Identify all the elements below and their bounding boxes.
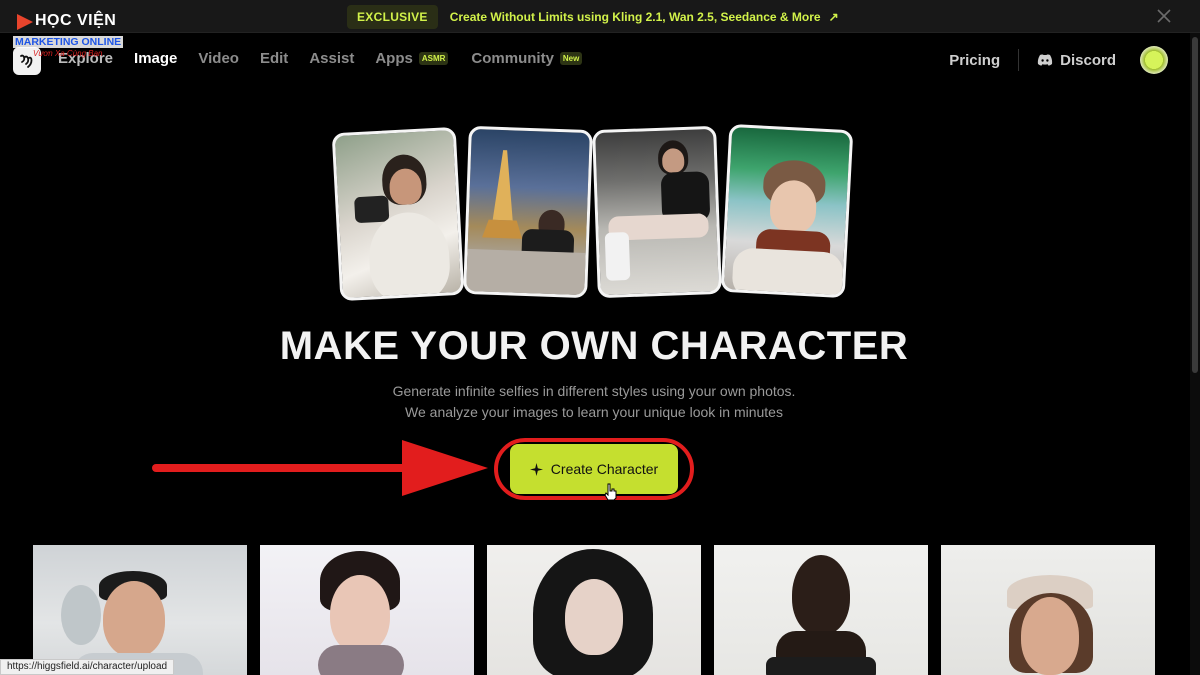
photo-card-camera [331,126,465,302]
gallery-item[interactable] [33,545,247,675]
watermark-subtitle: MARKETING ONLINE [13,36,124,48]
create-character-label: Create Character [550,461,659,477]
nav-item-community[interactable]: Community New [471,50,583,67]
play-icon [17,14,33,30]
new-tag: New [559,52,583,65]
gallery-item[interactable] [487,545,701,675]
watermark-title: HỌC VIỆN [35,12,117,29]
photo-card-aurora [720,123,854,299]
nav-item-apps[interactable]: Apps ASMR [375,50,449,67]
watermark-tagline: Vươn Xa Cùng Bạn [33,49,103,58]
watermark-logo: HỌC VIỆN MARKETING ONLINE Vươn Xa Cùng B… [13,12,133,60]
promo-banner-content: EXCLUSIVE Create Without Limits using Kl… [347,4,839,29]
page-scrollbar[interactable] [1190,33,1200,675]
pricing-link[interactable]: Pricing [949,52,1000,69]
character-gallery [33,545,1157,675]
nav-right: Pricing Discord [949,46,1168,74]
gallery-item[interactable] [941,545,1155,675]
promo-banner: EXCLUSIVE Create Without Limits using Kl… [0,0,1200,33]
photo-card-eiffel [463,125,593,299]
example-photo-cards [331,123,858,304]
discord-icon [1038,54,1053,66]
external-arrow-icon: ↗ [828,9,839,24]
create-character-button[interactable]: Create Character [510,444,678,494]
subtitle-line-2: We analyze your images to learn your uni… [405,404,783,420]
top-nav: Explore Image Video Edit Assist Apps ASM… [0,34,1200,86]
discord-label: Discord [1060,51,1116,69]
promo-link[interactable]: Create Without Limits using Kling 2.1, W… [450,10,839,24]
nav-divider [1018,49,1020,71]
nav-item-apps-label: Apps [375,50,413,67]
nav-item-community-label: Community [471,50,554,67]
subtitle-line-1: Generate infinite selfies in different s… [392,383,796,399]
hand-cursor-icon [604,483,617,501]
asmr-tag: ASMR [418,52,449,65]
link-status-bar: https://higgsfield.ai/character/upload [0,659,175,675]
photo-card-sitting [592,125,722,299]
sparkle-icon [529,462,543,476]
nav-item-image[interactable]: Image [134,50,177,67]
scrollbar-thumb[interactable] [1192,37,1198,373]
nav-item-video[interactable]: Video [198,50,239,67]
page-subtitle: Generate infinite selfies in different s… [0,381,1188,423]
promo-link-text: Create Without Limits using Kling 2.1, W… [449,9,821,24]
discord-link[interactable]: Discord [1037,52,1116,69]
annotation-arrow-icon [152,440,488,496]
gallery-item[interactable] [260,545,474,675]
nav-item-edit[interactable]: Edit [260,50,288,67]
gallery-item[interactable] [714,545,928,675]
user-avatar[interactable] [1140,46,1168,74]
nav-menu: Explore Image Video Edit Assist Apps ASM… [58,50,583,67]
nav-item-assist[interactable]: Assist [309,50,354,67]
exclusive-badge: EXCLUSIVE [347,4,438,29]
page-title: MAKE YOUR OWN CHARACTER [279,324,909,368]
close-icon[interactable] [1156,8,1172,24]
